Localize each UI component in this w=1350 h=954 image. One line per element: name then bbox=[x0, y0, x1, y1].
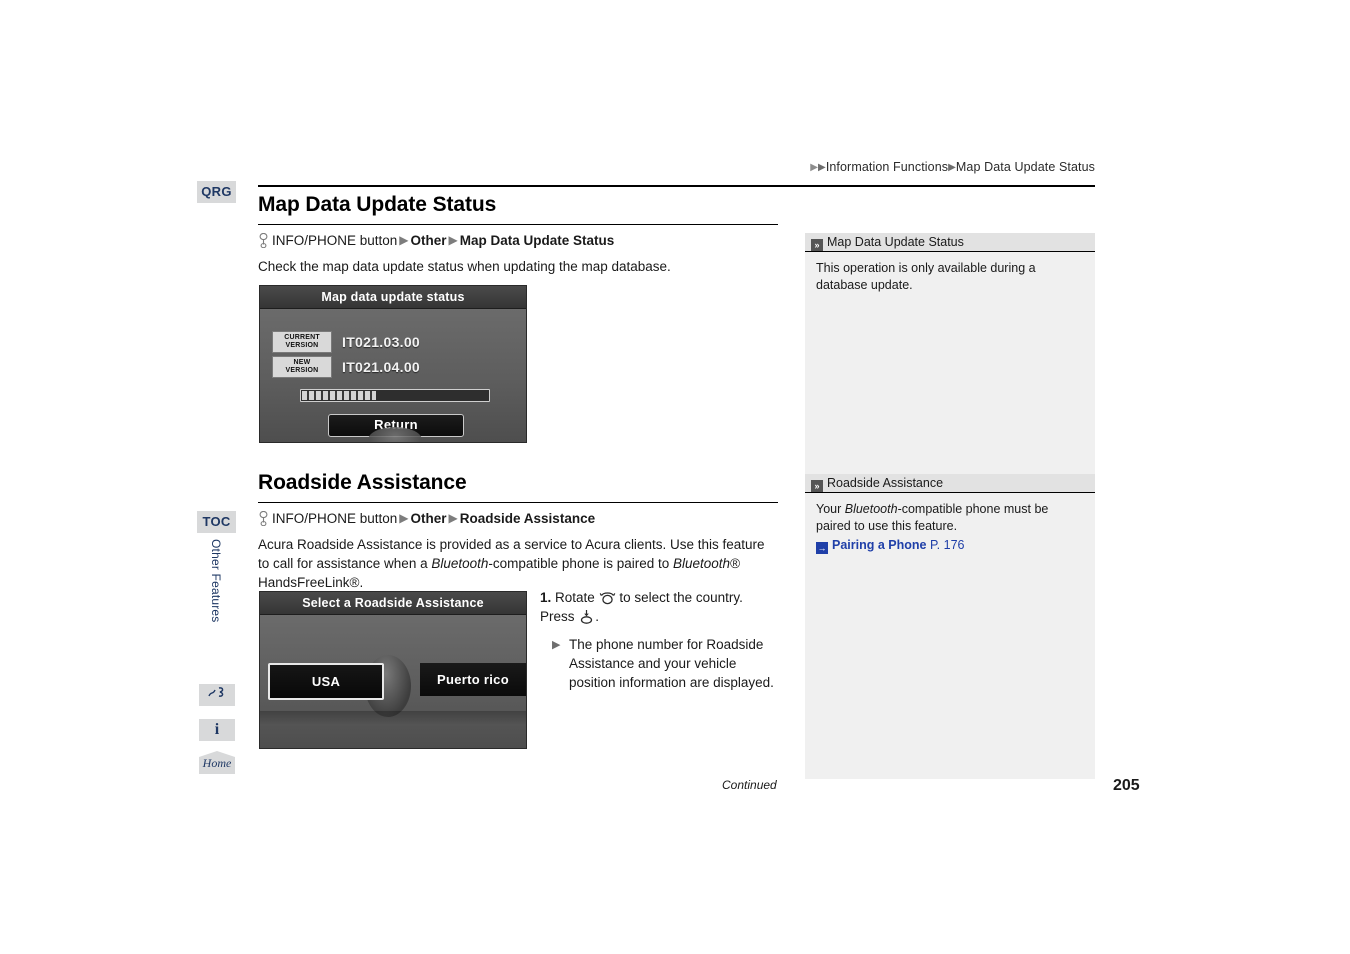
screen-title-select-roadside-assistance: Select a Roadside Assistance bbox=[260, 592, 526, 615]
new-version-badge: NEW VERSION bbox=[272, 356, 332, 378]
navpath-step-map-data-update-status: Map Data Update Status bbox=[459, 233, 615, 249]
navpath-arrow-icon: ▶ bbox=[399, 233, 409, 248]
sub-step-arrow-icon: ▶ bbox=[552, 639, 561, 651]
instruction-steps: 1. Rotate to select the country. Press .… bbox=[540, 588, 780, 692]
new-version-row: NEW VERSION IT021.04.00 bbox=[272, 356, 420, 378]
knob-button-icon bbox=[259, 233, 268, 249]
step-text-press-end: . bbox=[595, 609, 600, 624]
breadcrumb-arrow-icon-3: ▶ bbox=[948, 162, 956, 173]
chapter-label-other-features: Other Features bbox=[197, 536, 236, 646]
current-version-label-line1: CURRENT bbox=[284, 334, 320, 341]
current-version-row: CURRENT VERSION IT021.03.00 bbox=[272, 331, 420, 353]
info-icon[interactable]: i bbox=[199, 719, 235, 741]
country-option-puerto-rico[interactable]: Puerto rico bbox=[420, 663, 526, 696]
page-number: 205 bbox=[1113, 777, 1140, 794]
step-text-rotate: Rotate bbox=[555, 590, 595, 605]
desc-italic-bluetooth-1: Bluetooth bbox=[431, 556, 489, 572]
current-version-value: IT021.03.00 bbox=[342, 334, 421, 350]
sidebar-body-italic-bluetooth: Bluetooth bbox=[844, 502, 898, 516]
navpath-arrow-icon-3: ▶ bbox=[399, 511, 409, 526]
home-button-icon[interactable]: Home bbox=[199, 751, 235, 774]
main-content-roadside: Roadside Assistance INFO/PHONE button ▶ Ot… bbox=[258, 470, 778, 592]
page-title-roadside-assistance: Roadside Assistance bbox=[258, 471, 467, 494]
breadcrumb-item-map-data-update-status: Map Data Update Status bbox=[955, 160, 1095, 174]
title-divider-2 bbox=[258, 502, 778, 504]
sidebar-panel-header-2: » Roadside Assistance bbox=[805, 474, 1095, 493]
page-title: Map Data Update Status bbox=[258, 193, 497, 216]
step-text-after-rotate: to select the country. bbox=[619, 590, 743, 605]
sidebar-panel-roadside-assistance: » Roadside Assistance Your Bluetooth-comp… bbox=[805, 474, 1095, 779]
nav-screenshot-select-roadside-assistance: Select a Roadside Assistance USA Puerto … bbox=[259, 591, 527, 749]
navpath-roadside-assistance: INFO/PHONE button ▶ Other ▶ Roadside Assista… bbox=[258, 510, 778, 528]
knob-button-icon-2 bbox=[259, 511, 268, 527]
navpath-button-label: INFO/PHONE button bbox=[272, 233, 398, 249]
title-divider bbox=[258, 224, 778, 226]
navpath-arrow-icon-4: ▶ bbox=[448, 511, 458, 526]
desc-part-2: -compatible phone is paired to bbox=[488, 556, 674, 572]
voice-glyph-icon bbox=[208, 687, 224, 697]
breadcrumb-item-information-functions: Information Functions bbox=[825, 160, 949, 174]
sidebar-panel-header-text-2: Roadside Assistance bbox=[827, 476, 944, 490]
sidebar-panel-header-1: » Map Data Update Status bbox=[805, 233, 1095, 252]
navpath-map-data-update-status: INFO/PHONE button ▶ Other ▶ Map Data Update … bbox=[258, 232, 778, 250]
sidebar-panel-map-data-update-status: » Map Data Update Status This operation i… bbox=[805, 233, 1095, 474]
current-version-badge: CURRENT VERSION bbox=[272, 331, 332, 353]
navpath-step-other: Other bbox=[410, 233, 447, 249]
double-chevron-icon: » bbox=[811, 239, 823, 251]
step-number: 1. bbox=[540, 590, 552, 605]
cross-reference-link[interactable]: → Pairing a Phone P. 176 bbox=[816, 537, 1083, 554]
breadcrumb-arrow-icon-2: ▶ bbox=[818, 162, 826, 173]
screen-body-2: USA Puerto rico bbox=[260, 615, 526, 748]
tab-qrg[interactable]: QRG bbox=[197, 181, 236, 203]
nav-screenshot-map-data-update-status: Map data update status CURRENT VERSION I… bbox=[259, 285, 527, 443]
manual-page: ▶▶Information Functions▶Map Data Update … bbox=[0, 0, 1350, 954]
navpath-step-other-2: Other bbox=[410, 511, 447, 527]
cross-reference-arrow-icon: → bbox=[816, 542, 828, 554]
step-text-press: Press bbox=[540, 609, 575, 624]
sidebar-panel-body-1: This operation is only available during … bbox=[805, 252, 1095, 474]
cross-reference-title: Pairing a Phone bbox=[832, 538, 927, 552]
current-version-label-line2: VERSION bbox=[285, 342, 319, 349]
sidebar-panel-header-text-1: Map Data Update Status bbox=[827, 235, 964, 249]
step-1: 1. Rotate to select the country. Press .… bbox=[540, 588, 780, 692]
new-version-value: IT021.04.00 bbox=[342, 359, 421, 375]
rotate-knob-icon bbox=[599, 592, 615, 605]
screen-title-map-data-update-status: Map data update status bbox=[260, 286, 526, 309]
section-description-map-data: Check the map data update status when up… bbox=[258, 259, 671, 275]
tab-toc[interactable]: TOC bbox=[197, 511, 236, 533]
voice-command-icon[interactable] bbox=[199, 684, 235, 706]
section-description-roadside: Acura Roadside Assistance is provided as… bbox=[258, 535, 778, 592]
navpath-step-roadside-assistance: Roadside Assistance bbox=[459, 511, 596, 527]
sub-step-text: The phone number for Roadside Assistance… bbox=[569, 637, 774, 690]
chapter-label-text: Other Features bbox=[209, 539, 223, 623]
continued-label: Continued bbox=[722, 778, 777, 792]
main-content: Map Data Update Status INFO/PHONE button… bbox=[258, 192, 778, 276]
breadcrumb-arrow-icon: ▶ bbox=[810, 162, 819, 173]
screen-shadow bbox=[260, 711, 526, 725]
update-progress-bar bbox=[300, 389, 490, 402]
sidebar-panel-body-2: Your Bluetooth-compatible phone must be … bbox=[805, 493, 1095, 779]
desc-italic-bluetooth-2: Bluetooth bbox=[673, 556, 731, 572]
update-progress-fill bbox=[302, 391, 377, 400]
screen-body-1: CURRENT VERSION IT021.03.00 NEW VERSION … bbox=[260, 309, 526, 442]
press-knob-icon bbox=[581, 610, 593, 624]
navpath-arrow-icon-2: ▶ bbox=[448, 233, 458, 248]
new-version-label-line1: NEW bbox=[293, 359, 311, 366]
breadcrumb: ▶▶Information Functions▶Map Data Update … bbox=[810, 160, 1095, 174]
cross-reference-page: P. 176 bbox=[929, 538, 965, 552]
sidebar-body-part-1: Your bbox=[816, 502, 845, 516]
new-version-label-line2: VERSION bbox=[285, 367, 319, 374]
country-option-usa[interactable]: USA bbox=[268, 663, 384, 700]
navpath-button-label-2: INFO/PHONE button bbox=[272, 511, 398, 527]
double-chevron-icon-2: » bbox=[811, 480, 823, 492]
step-sub-result: ▶ The phone number for Roadside Assistan… bbox=[540, 635, 780, 692]
header-divider bbox=[258, 185, 1095, 187]
